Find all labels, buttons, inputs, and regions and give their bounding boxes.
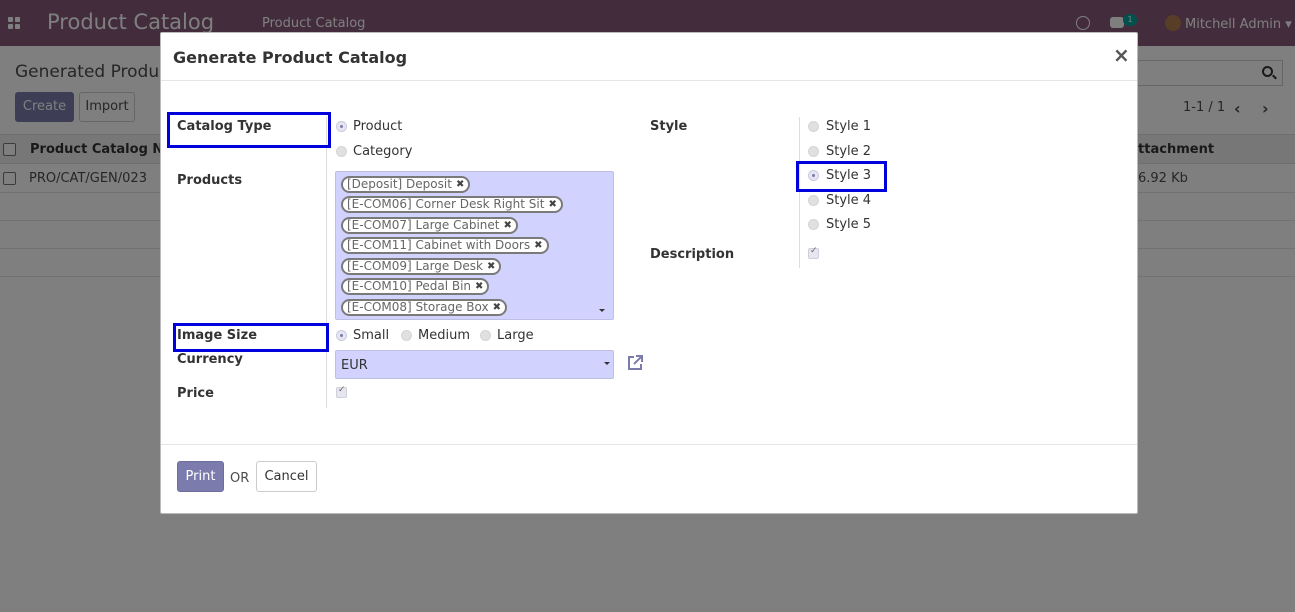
style-4-radio[interactable] — [808, 195, 819, 206]
image-size-small-radio[interactable] — [336, 330, 347, 341]
product-tag-label: [E-COM10] Pedal Bin — [347, 279, 472, 293]
product-tag: [E-COM08] Storage Box ✖ — [341, 299, 507, 316]
currency-select[interactable]: EUR — [335, 350, 614, 379]
print-button[interactable]: Print — [177, 461, 224, 492]
modal-header: Generate Product Catalog × — [161, 33, 1137, 81]
close-icon[interactable]: × — [1113, 43, 1130, 67]
right-group-separator — [799, 117, 800, 268]
currency-label: Currency — [177, 352, 243, 367]
image-size-medium-radio[interactable] — [401, 330, 412, 341]
style-1-label[interactable]: Style 1 — [826, 119, 871, 134]
product-tag: [E-COM10] Pedal Bin ✖ — [341, 278, 490, 295]
style-1-radio[interactable] — [808, 121, 819, 132]
product-tag-label: [Deposit] Deposit — [347, 177, 452, 191]
product-tag: [E-COM06] Corner Desk Right Sit ✖ — [341, 196, 563, 213]
product-tag: [Deposit] Deposit ✖ — [341, 176, 471, 193]
style-2-label[interactable]: Style 2 — [826, 144, 871, 159]
products-dropdown-caret-icon[interactable] — [599, 309, 605, 312]
products-tags-field[interactable]: [Deposit] Deposit ✖ [E-COM06] Corner Desk… — [335, 171, 614, 320]
product-tag: [E-COM07] Large Cabinet ✖ — [341, 217, 518, 234]
or-separator-text: OR — [230, 471, 250, 486]
remove-tag-icon[interactable]: ✖ — [487, 260, 495, 273]
product-tag-label: [E-COM07] Large Cabinet — [347, 218, 500, 232]
product-tag-label: [E-COM08] Storage Box — [347, 300, 489, 314]
description-checkbox[interactable] — [808, 246, 819, 259]
external-link-icon[interactable] — [626, 354, 644, 372]
image-size-large-radio[interactable] — [480, 330, 491, 341]
generate-catalog-dialog: Generate Product Catalog × Catalog Type … — [160, 32, 1138, 514]
description-label: Description — [650, 247, 735, 262]
product-tag-label: [E-COM11] Cabinet with Doors — [347, 238, 531, 252]
image-size-large-label[interactable]: Large — [497, 328, 534, 343]
highlight-image-size — [173, 323, 329, 352]
remove-tag-icon[interactable]: ✖ — [456, 178, 464, 191]
cancel-button[interactable]: Cancel — [256, 461, 317, 492]
style-5-radio[interactable] — [808, 219, 819, 230]
style-4-label[interactable]: Style 4 — [826, 193, 871, 208]
catalog-type-product-label[interactable]: Product — [353, 119, 402, 134]
remove-tag-icon[interactable]: ✖ — [548, 198, 556, 211]
remove-tag-icon[interactable]: ✖ — [475, 280, 483, 293]
price-label: Price — [177, 386, 214, 401]
highlight-style-3 — [796, 161, 887, 192]
products-label: Products — [177, 173, 243, 188]
remove-tag-icon[interactable]: ✖ — [534, 239, 542, 252]
catalog-type-product-radio[interactable] — [336, 121, 347, 132]
price-checkbox[interactable] — [336, 385, 347, 398]
remove-tag-icon[interactable]: ✖ — [504, 219, 512, 232]
catalog-type-category-label[interactable]: Category — [353, 144, 412, 159]
modal-title: Generate Product Catalog — [173, 48, 408, 67]
product-tag-label: [E-COM09] Large Desk — [347, 259, 483, 273]
left-group-separator — [326, 117, 327, 408]
remove-tag-icon[interactable]: ✖ — [493, 301, 501, 314]
highlight-catalog-type — [167, 112, 331, 148]
image-size-small-label[interactable]: Small — [353, 328, 389, 343]
style-2-radio[interactable] — [808, 146, 819, 157]
product-tag-label: [E-COM06] Corner Desk Right Sit — [347, 197, 545, 211]
image-size-medium-label[interactable]: Medium — [418, 328, 470, 343]
catalog-type-category-radio[interactable] — [336, 146, 347, 157]
product-tag: [E-COM11] Cabinet with Doors ✖ — [341, 237, 549, 254]
product-tag: [E-COM09] Large Desk ✖ — [341, 258, 502, 275]
style-5-label[interactable]: Style 5 — [826, 217, 871, 232]
currency-dropdown-caret-icon[interactable] — [604, 362, 610, 365]
style-label: Style — [650, 119, 688, 134]
currency-value: EUR — [341, 358, 368, 373]
